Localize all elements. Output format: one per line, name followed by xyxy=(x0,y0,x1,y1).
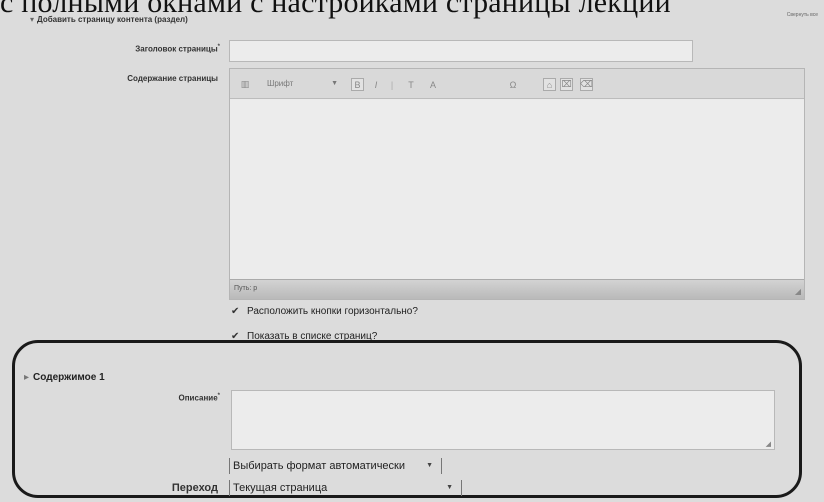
jump-label: Переход xyxy=(171,482,218,494)
chevron-down-icon: ▼ xyxy=(426,462,433,469)
editor-menu-icon[interactable]: ▥ xyxy=(238,78,252,91)
bold-button[interactable]: B xyxy=(351,78,364,91)
font-family-select[interactable]: Шрифт ▼ xyxy=(264,77,340,91)
content-1-legend[interactable]: ▸ Содержимое 1 xyxy=(24,372,105,383)
checkbox-checked-icon[interactable]: ✔ xyxy=(231,307,240,317)
page-title-label-text: Заголовок страницы xyxy=(135,44,218,54)
add-content-page-legend-label: Добавить страницу контента (раздел) xyxy=(37,15,188,24)
text-color-button[interactable]: T xyxy=(404,78,418,91)
italic-button[interactable]: I xyxy=(370,78,382,91)
horizontal-buttons-row[interactable]: ✔ Расположить кнопки горизонтально? xyxy=(231,306,418,317)
editor-status-bar: Путь: p ◢ xyxy=(230,279,804,299)
resize-grip-icon[interactable]: ◢ xyxy=(795,287,801,296)
toolbar-separator: | xyxy=(390,79,394,90)
insert-link-button[interactable]: ⌂ xyxy=(543,78,556,91)
clear-format-button[interactable]: ⌫ xyxy=(580,78,593,91)
horizontal-buttons-label: Расположить кнопки горизонтально? xyxy=(247,306,418,317)
special-char-button[interactable]: Ω xyxy=(506,78,520,91)
add-content-page-legend[interactable]: ▾ Добавить страницу контента (раздел) xyxy=(30,15,188,24)
jump-select-value: Текущая страница xyxy=(233,482,328,494)
required-icon: * xyxy=(217,393,220,399)
editor-path-text: Путь: p xyxy=(234,285,258,292)
resize-grip-icon[interactable]: ◢ xyxy=(766,440,771,448)
highlight-color-button[interactable]: A xyxy=(426,78,440,91)
chevron-down-icon: ▼ xyxy=(331,80,338,87)
page-content-label: Содержание страницы xyxy=(127,74,218,83)
required-icon: * xyxy=(217,44,220,50)
editor-content-area[interactable] xyxy=(230,100,804,279)
font-family-value: Шрифт xyxy=(267,79,294,88)
content-1-legend-label: Содержимое 1 xyxy=(33,372,105,383)
editor-toolbar: ▥ Шрифт ▼ B I | T A Ω ⌂ ⌧ ⌫ xyxy=(230,69,804,99)
page-title-input[interactable] xyxy=(229,40,693,62)
chevron-down-icon: ▼ xyxy=(446,484,453,491)
jump-select[interactable]: Текущая страница ▼ xyxy=(229,480,462,496)
format-select[interactable]: Выбирать формат автоматически ▼ xyxy=(229,458,442,474)
expand-triangle-icon[interactable]: ▸ xyxy=(24,372,29,383)
collapse-triangle-icon[interactable]: ▾ xyxy=(30,15,34,24)
html-editor: ▥ Шрифт ▼ B I | T A Ω ⌂ ⌧ ⌫ Путь: p ◢ xyxy=(229,68,805,300)
insert-image-button[interactable]: ⌧ xyxy=(560,78,573,91)
page-title-label: Заголовок страницы* xyxy=(70,44,220,54)
collapse-all-link[interactable]: Свернуть все xyxy=(787,12,818,18)
format-select-value: Выбирать формат автоматически xyxy=(233,460,406,472)
description-label: Описание* xyxy=(100,393,220,403)
description-textarea[interactable]: ◢ xyxy=(231,390,775,450)
description-label-text: Описание xyxy=(178,393,218,403)
